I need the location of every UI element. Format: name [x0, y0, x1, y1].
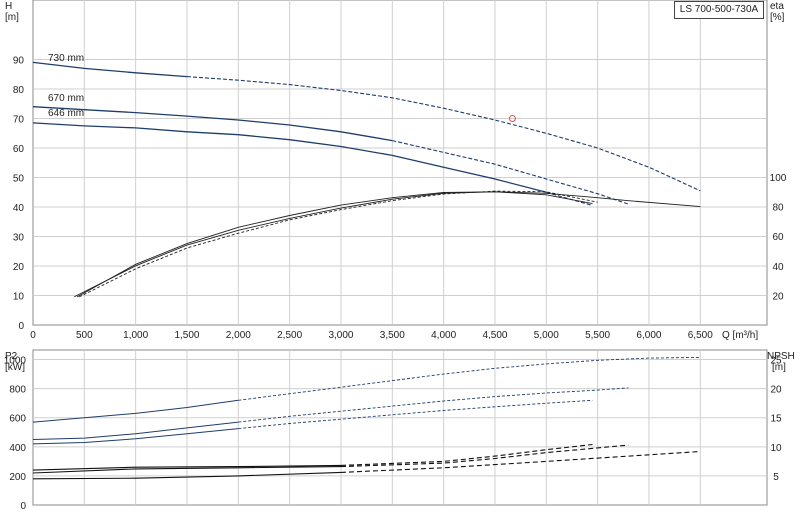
p2-tick-label: 200	[9, 472, 26, 483]
x-tick-label: 0	[30, 330, 36, 341]
x-tick-label: 1,500	[174, 330, 199, 341]
npsh-curve-dashed	[340, 443, 593, 466]
head-curve-solid	[32, 61, 188, 78]
x-tick-label: 6,000	[636, 330, 661, 341]
eta-tick-label: 60	[772, 232, 784, 243]
chart-canvas: 0 500 1,000 1,500 2,000 2,500 3,000 3,500 4,000 4…	[4, 0, 795, 512]
efficiency-curve	[76, 191, 593, 298]
eta-tick-label: 100	[770, 173, 787, 184]
impeller-diameter-label: 730 mm	[48, 53, 84, 64]
p2-axis-label: P2	[5, 351, 18, 362]
head-curve-solid	[32, 106, 393, 142]
power-curve-dashed	[238, 399, 593, 430]
x-tick-label: 4,500	[482, 330, 507, 341]
y-tick-label: 50	[13, 174, 25, 185]
eta-tick-label: 40	[772, 262, 784, 273]
y-tick-label: 70	[13, 115, 25, 126]
chart-title: LS 700-500-730A	[674, 1, 764, 19]
npsh-tick-label: 5	[773, 472, 779, 483]
y-tick-label: 40	[13, 203, 25, 214]
p2-tick-label: 600	[9, 414, 26, 425]
impeller-diameter-label: 646 mm	[48, 108, 84, 119]
pump-performance-chart: 0 500 1,000 1,500 2,000 2,500 3,000 3,500 4,000 4…	[0, 0, 800, 520]
x-axis-label: Q [m³/h]	[722, 330, 758, 341]
y-axis-unit-top: [m]	[5, 12, 19, 23]
x-tick-label: 6,500	[688, 330, 713, 341]
eta-tick-label: 80	[772, 203, 784, 214]
head-panel-frame	[32, 0, 768, 326]
eta-tick-label: 20	[772, 291, 784, 302]
x-tick-label: 4,000	[431, 330, 456, 341]
x-tick-label: 5,500	[585, 330, 610, 341]
y-tick-label: 10	[13, 292, 25, 303]
y-tick-label: 20	[13, 262, 25, 273]
p2-tick-label: 400	[9, 443, 26, 454]
y-tick-label: 90	[13, 56, 25, 67]
power-panel-frame	[32, 349, 768, 506]
npsh-tick-label: 10	[770, 443, 782, 454]
p2-axis-unit: [kW]	[5, 362, 25, 373]
x-tick-label: 3,000	[328, 330, 353, 341]
npsh-tick-label: 15	[770, 414, 782, 425]
eta-axis-unit: [%]	[770, 12, 785, 23]
y-axis-label-top: H	[5, 1, 12, 12]
npsh-curve-dashed	[340, 450, 701, 473]
power-curve-dashed	[238, 356, 701, 401]
power-curve-dashed	[238, 387, 629, 423]
npsh-tick-label: 25	[770, 356, 782, 367]
x-tick-label: 5,000	[534, 330, 559, 341]
y-tick-label: 80	[13, 85, 25, 96]
p2-tick-label: 800	[9, 385, 26, 396]
x-tick-label: 2,500	[277, 330, 302, 341]
impeller-diameter-label: 670 mm	[48, 93, 84, 104]
y-tick-label: 30	[13, 233, 25, 244]
eta-axis-label: eta	[770, 1, 784, 12]
x-tick-label: 500	[76, 330, 93, 341]
npsh-tick-label: 20	[770, 385, 782, 396]
efficiency-curve	[73, 191, 701, 298]
p2-tick-label: 0	[20, 501, 26, 512]
y-tick-label: 60	[13, 144, 25, 155]
x-tick-label: 2,000	[226, 330, 251, 341]
x-tick-label: 1,000	[123, 330, 148, 341]
head-curve-dashed	[392, 140, 629, 205]
x-tick-label: 3,500	[380, 330, 405, 341]
y-tick-label: 0	[18, 321, 24, 332]
